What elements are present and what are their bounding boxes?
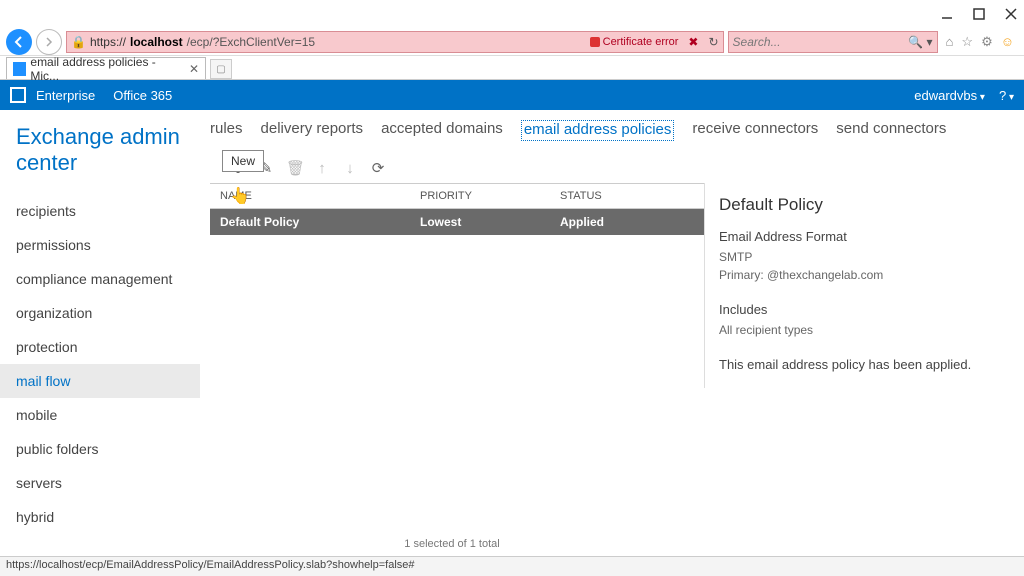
page-title: Exchange admin center [16, 124, 184, 176]
browser-tabstrip: email address policies - Mic... ✕ ▢ [0, 56, 1024, 80]
left-nav: Exchange admin center recipientspermissi… [0, 110, 200, 556]
tab-send-connectors[interactable]: send connectors [836, 120, 946, 141]
sidebar-item-mail-flow[interactable]: mail flow [0, 364, 200, 398]
tab-favicon [13, 62, 26, 76]
sidebar-item-protection[interactable]: protection [16, 330, 184, 364]
subnav-tabs: rules delivery reports accepted domains ema… [210, 120, 1014, 141]
home-icon[interactable]: ⌂ [946, 34, 954, 50]
tab-accepted-domains[interactable]: accepted domains [381, 120, 503, 141]
table-row[interactable]: Default Policy Lowest Applied [210, 209, 704, 235]
move-up-icon[interactable]: ↑ [314, 160, 330, 177]
url-host: localhost [130, 35, 183, 49]
smtp-line: SMTP [719, 248, 1000, 266]
refresh-icon[interactable]: ↻ [708, 35, 718, 49]
cell-priority: Lowest [410, 209, 550, 235]
url-proto: https:// [90, 35, 126, 49]
cell-name: Default Policy [210, 209, 410, 235]
minimize-button[interactable] [940, 7, 954, 21]
maximize-button[interactable] [972, 7, 986, 21]
col-status[interactable]: STATUS [550, 184, 704, 208]
shield-icon [590, 37, 600, 47]
col-name[interactable]: NAME [210, 184, 410, 208]
new-tooltip: New [222, 150, 264, 172]
sidebar-item-hybrid[interactable]: hybrid [16, 500, 184, 534]
list-toolbar: ✚ ✎ 🗑 ↑ ↓ ⟳ [210, 151, 1014, 183]
status-bar: https://localhost/ecp/EmailAddressPolicy… [0, 556, 1024, 576]
status-url: https://localhost/ecp/EmailAddressPolicy… [6, 559, 415, 571]
browser-toolbar: 🔒 https:// localhost/ecp/?ExchClientVer=1… [0, 28, 1024, 56]
sidebar-item-compliance-management[interactable]: compliance management [16, 262, 184, 296]
sidebar-item-mobile[interactable]: mobile [16, 398, 184, 432]
new-tab-button[interactable]: ▢ [210, 59, 232, 79]
tab-title: email address policies - Mic... [30, 55, 181, 83]
office-logo-icon [10, 87, 26, 103]
sidebar-item-permissions[interactable]: permissions [16, 228, 184, 262]
includes-value: All recipient types [719, 321, 1000, 339]
format-label: Email Address Format [719, 229, 1000, 244]
gear-icon[interactable]: ⚙ [981, 34, 993, 50]
window-titlebar [0, 0, 1024, 28]
stop-icon[interactable]: ✖ [688, 35, 698, 49]
table-header: NAME PRIORITY STATUS [210, 183, 704, 209]
certificate-error-badge[interactable]: Certificate error [590, 36, 679, 48]
sidebar-item-recipients[interactable]: recipients [16, 194, 184, 228]
back-button[interactable] [6, 29, 32, 55]
applied-msg: This email address policy has been appli… [719, 357, 1000, 372]
delete-icon[interactable]: 🗑 [286, 159, 302, 177]
details-title: Default Policy [719, 195, 1000, 215]
refresh-list-icon[interactable]: ⟳ [370, 159, 386, 177]
sidebar-item-organization[interactable]: organization [16, 296, 184, 330]
search-placeholder: Search... [733, 35, 781, 49]
browser-tab[interactable]: email address policies - Mic... ✕ [6, 57, 206, 79]
policy-table: NAME PRIORITY STATUS Default Policy Lowe… [210, 183, 704, 388]
favorites-icon[interactable]: ☆ [961, 34, 973, 50]
search-icon[interactable]: 🔍 ▾ [908, 35, 932, 49]
o365-header: Enterprise Office 365 edwardvbs ? [0, 80, 1024, 110]
col-priority[interactable]: PRIORITY [410, 184, 550, 208]
search-box[interactable]: Search... 🔍 ▾ [728, 31, 938, 53]
sidebar-item-public-folders[interactable]: public folders [16, 432, 184, 466]
user-menu[interactable]: edwardvbs [914, 88, 985, 103]
office365-link[interactable]: Office 365 [113, 88, 172, 103]
tab-rules[interactable]: rules [210, 120, 243, 141]
primary-line: Primary: @thexchangelab.com [719, 266, 1000, 284]
sidebar-item-servers[interactable]: servers [16, 466, 184, 500]
forward-button[interactable] [36, 29, 62, 55]
close-button[interactable] [1004, 7, 1018, 21]
cell-status: Applied [550, 209, 704, 235]
tab-email-address-policies[interactable]: email address policies [521, 120, 675, 141]
tab-receive-connectors[interactable]: receive connectors [692, 120, 818, 141]
includes-label: Includes [719, 302, 1000, 317]
enterprise-link[interactable]: Enterprise [36, 88, 95, 103]
lock-icon: 🔒 [71, 35, 86, 49]
help-menu[interactable]: ? [999, 88, 1014, 103]
tab-close-icon[interactable]: ✕ [189, 62, 199, 76]
move-down-icon[interactable]: ↓ [342, 160, 358, 177]
details-pane: Default Policy Email Address Format SMTP… [704, 183, 1014, 388]
address-bar[interactable]: 🔒 https:// localhost/ecp/?ExchClientVer=1… [66, 31, 724, 53]
tab-delivery-reports[interactable]: delivery reports [261, 120, 364, 141]
url-path: /ecp/?ExchClientVer=15 [187, 35, 315, 49]
selection-count: 1 selected of 1 total [200, 532, 704, 556]
main-panel: rules delivery reports accepted domains ema… [200, 110, 1024, 556]
emoji-icon[interactable]: ☺ [1001, 34, 1014, 50]
